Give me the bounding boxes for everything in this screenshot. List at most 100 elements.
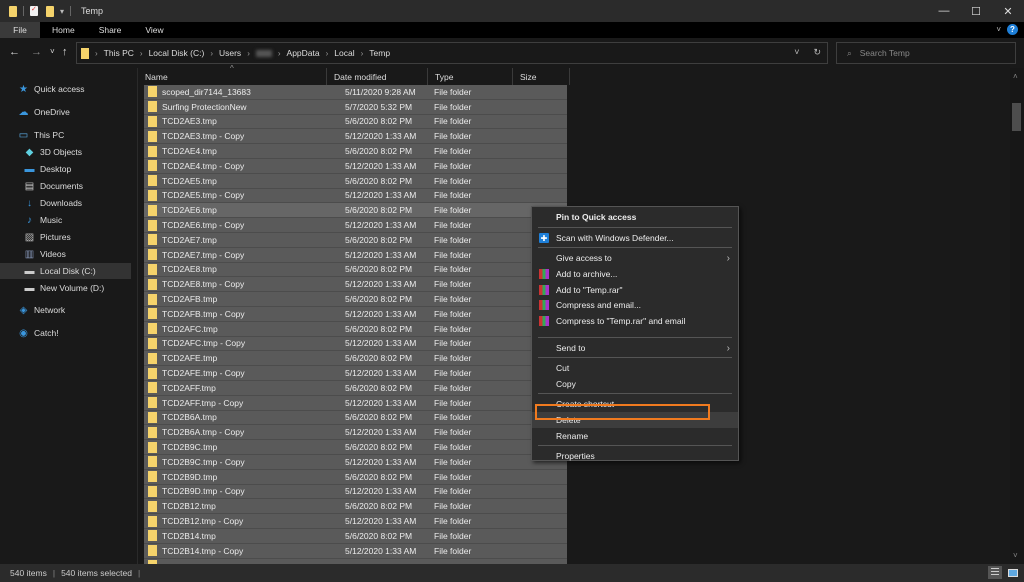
expand-ribbon-icon[interactable]: ˅ <box>996 25 1001 34</box>
details-view-button[interactable] <box>988 566 1002 579</box>
scroll-down-arrow[interactable]: ˅ <box>1013 551 1018 560</box>
menu-item-properties[interactable]: Properties <box>532 448 738 464</box>
forward-button[interactable]: → <box>31 46 42 58</box>
maximize-button[interactable]: ☐ <box>960 0 992 22</box>
file-row[interactable]: TCD2AFF.tmp - Copy 5/12/2020 1:33 AM File … <box>144 395 567 411</box>
file-row[interactable]: TCD2AE5.tmp - Copy 5/12/2020 1:33 AM File … <box>144 188 567 204</box>
menu-item-send-to[interactable]: Send to › <box>532 340 738 356</box>
search-input[interactable]: ⌕ Search Temp <box>836 42 1016 64</box>
menu-item-cut[interactable]: Cut <box>532 360 738 376</box>
file-row[interactable]: TCD2B12.tmp - Copy 5/12/2020 1:33 AM File … <box>144 514 567 529</box>
address-dropdown-icon[interactable]: ˅ <box>794 47 799 58</box>
file-row[interactable]: TCD2AFE.tmp - Copy 5/12/2020 1:33 AM File … <box>144 366 567 381</box>
file-row[interactable]: TCD2B12.tmp 5/6/2020 8:02 PM File folder <box>144 499 567 515</box>
file-row[interactable]: TCD2B9D.tmp - Copy 5/12/2020 1:33 AM File … <box>144 484 567 500</box>
file-row[interactable]: TCD2B9C.tmp - Copy 5/12/2020 1:33 AM File … <box>144 454 567 470</box>
sidebar-item-catch[interactable]: ◉ Catch! <box>0 325 131 341</box>
scroll-up-arrow[interactable]: ˄ <box>1013 72 1018 81</box>
file-row[interactable]: TCD2AE4.tmp 5/6/2020 8:02 PM File folder <box>144 144 567 159</box>
breadcrumb-local-disk[interactable]: Local Disk (C:) <box>149 48 205 58</box>
menu-item-compress-and-email[interactable]: Compress and email... <box>532 297 738 313</box>
sidebar-item-desktop[interactable]: ▬ Desktop <box>0 161 131 177</box>
file-row[interactable]: TCD2AE6.tmp 5/6/2020 8:02 PM File folder <box>144 203 567 219</box>
file-row[interactable]: TCD2AE3.tmp 5/6/2020 8:02 PM File folder <box>144 114 567 130</box>
sidebar-item-quick-access[interactable]: ★ Quick access <box>0 81 131 97</box>
menu-item-scan-with-windows-defender[interactable]: ✚ Scan with Windows Defender... <box>532 230 738 246</box>
file-row[interactable]: TCD2AFB.tmp - Copy 5/12/2020 1:33 AM File … <box>144 306 567 322</box>
close-button[interactable]: ✕ <box>992 0 1024 22</box>
column-type[interactable]: Type <box>428 68 513 85</box>
help-icon[interactable]: ? <box>1007 24 1018 35</box>
sidebar-item-videos[interactable]: ▥ Videos <box>0 246 131 262</box>
file-row[interactable]: TCD2B6A.tmp - Copy 5/12/2020 1:33 AM File … <box>144 425 567 441</box>
menu-item-rename[interactable]: Rename <box>532 428 738 444</box>
new-folder-icon[interactable] <box>46 5 54 17</box>
column-name[interactable]: ^ Name <box>138 64 327 85</box>
file-row[interactable]: TCD2AFB.tmp 5/6/2020 8:02 PM File folder <box>144 292 567 307</box>
sidebar-item-network[interactable]: ◈ Network <box>0 302 131 318</box>
menu-item-give-access-to[interactable]: Give access to › <box>532 250 738 266</box>
tab-view[interactable]: View <box>133 22 175 38</box>
sidebar-item-documents[interactable]: ▤ Documents <box>0 178 131 194</box>
file-row[interactable]: TCD2AE6.tmp - Copy 5/12/2020 1:33 AM File … <box>144 218 567 233</box>
file-row[interactable]: TCD2B14.tmp - Copy 5/12/2020 1:33 AM File … <box>144 543 567 559</box>
file-row[interactable]: TCD2AE7.tmp 5/6/2020 8:02 PM File folder <box>144 232 567 248</box>
address-bar[interactable]: › This PC › Local Disk (C:) › Users › › … <box>76 42 828 64</box>
vertical-scrollbar[interactable]: ˄ ˅ <box>1010 68 1024 564</box>
sidebar-item-music[interactable]: ♪ Music <box>0 212 131 228</box>
file-name: TCD2AE4.tmp <box>162 146 217 157</box>
folder-icon <box>148 485 157 497</box>
file-row[interactable]: TCD2B9C.tmp 5/6/2020 8:02 PM File folder <box>144 440 567 455</box>
column-size[interactable]: Size <box>513 68 570 85</box>
minimize-button[interactable]: — <box>928 0 960 22</box>
file-row[interactable]: TCD2AE3.tmp - Copy 5/12/2020 1:33 AM File … <box>144 129 567 145</box>
file-row[interactable]: TCD2AE7.tmp - Copy 5/12/2020 1:33 AM File … <box>144 247 567 263</box>
menu-item-pin-to-quick-access[interactable]: Pin to Quick access <box>532 209 738 225</box>
refresh-button[interactable]: ↻ <box>813 47 821 58</box>
column-date-modified[interactable]: Date modified <box>327 68 428 85</box>
customize-toolbar-icon[interactable]: ▾ <box>60 7 64 16</box>
tab-share[interactable]: Share <box>87 22 134 38</box>
sidebar-item-this-pc[interactable]: ▭ This PC <box>0 127 131 143</box>
sidebar-item-new-volume-d[interactable]: ▬ New Volume (D:) <box>0 280 131 296</box>
file-row[interactable]: TCD2B6A.tmp 5/6/2020 8:02 PM File folder <box>144 410 567 426</box>
file-row[interactable]: TCD2AE8.tmp - Copy 5/12/2020 1:33 AM File … <box>144 277 567 293</box>
sidebar-item-pictures[interactable]: ▨ Pictures <box>0 229 131 245</box>
tab-file[interactable]: File <box>0 22 40 38</box>
file-row[interactable]: TCD2B9D.tmp 5/6/2020 8:02 PM File folder <box>144 469 567 485</box>
sidebar-item-3d-objects[interactable]: ◆ 3D Objects <box>0 144 131 160</box>
menu-item-compress-to-temp-rar-and-email[interactable]: Compress to "Temp.rar" and email <box>532 313 738 329</box>
file-row[interactable]: TCD2AE5.tmp 5/6/2020 8:02 PM File folder <box>144 173 567 189</box>
breadcrumb-this-pc[interactable]: This PC <box>104 48 134 58</box>
sidebar-item-onedrive[interactable]: ☁ OneDrive <box>0 104 131 120</box>
file-row[interactable]: TCD2AE8.tmp 5/6/2020 8:02 PM File folder <box>144 262 567 278</box>
menu-item-copy[interactable]: Copy <box>532 376 738 392</box>
breadcrumb-temp[interactable]: Temp <box>369 48 390 58</box>
tab-home[interactable]: Home <box>40 22 87 38</box>
breadcrumb-local[interactable]: Local <box>334 48 354 58</box>
file-row[interactable]: TCD2B14.tmp 5/6/2020 8:02 PM File folder <box>144 528 567 544</box>
sidebar-item-local-disk-c[interactable]: ▬ Local Disk (C:) <box>0 263 131 279</box>
breadcrumb-appdata[interactable]: AppData <box>287 48 320 58</box>
up-button[interactable]: ↑ <box>62 46 68 58</box>
file-row[interactable]: TCD2AFF.tmp 5/6/2020 8:02 PM File folder <box>144 380 567 396</box>
file-type: File folder <box>434 249 472 260</box>
file-row[interactable]: TCD2AFC.tmp - Copy 5/12/2020 1:33 AM File … <box>144 336 567 352</box>
file-row[interactable]: TCD2AFE.tmp 5/6/2020 8:02 PM File folder <box>144 351 567 367</box>
menu-item-add-to-temp-rar[interactable]: Add to "Temp.rar" <box>532 282 738 298</box>
menu-item-add-to-archive[interactable]: Add to archive... <box>532 266 738 282</box>
file-row[interactable]: scoped_dir7144_13683 5/11/2020 9:28 AM Fil… <box>144 85 567 100</box>
back-button[interactable]: ← <box>9 46 20 58</box>
file-row[interactable]: Surfing ProtectionNew 5/7/2020 5:32 PM Fil… <box>144 99 567 115</box>
scrollbar-thumb[interactable] <box>1012 103 1021 131</box>
file-row[interactable]: TCD2AFC.tmp 5/6/2020 8:02 PM File folder <box>144 321 567 337</box>
file-row[interactable]: TCD2AE4.tmp - Copy 5/12/2020 1:33 AM File … <box>144 158 567 174</box>
recent-locations-button[interactable]: ˅ <box>50 47 55 56</box>
file-name: TCD2AE6.tmp <box>162 205 217 216</box>
properties-icon[interactable] <box>30 5 38 16</box>
large-icons-view-button[interactable] <box>1006 566 1020 579</box>
folder-icon[interactable] <box>9 5 17 17</box>
sidebar-item-downloads[interactable]: ↓ Downloads <box>0 195 131 211</box>
breadcrumb-username-redacted[interactable] <box>255 49 272 57</box>
breadcrumb-users[interactable]: Users <box>219 48 241 58</box>
